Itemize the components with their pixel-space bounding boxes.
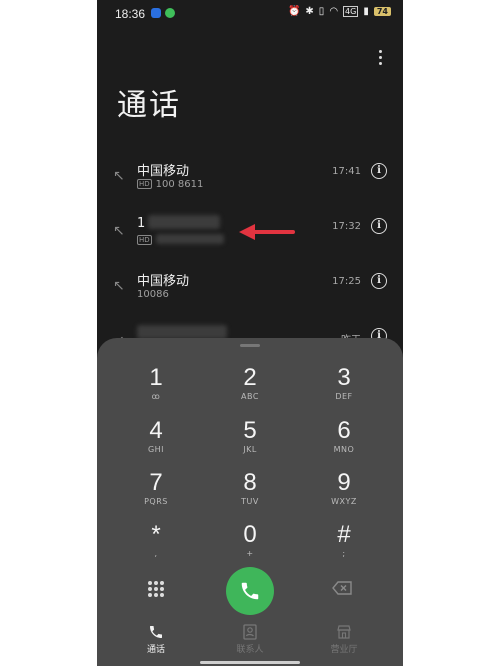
page-title: 通话: [117, 88, 181, 123]
status-bar: 18:36 ⏰ ✱ ▯ ◠ 4G ▮ 74: [97, 0, 403, 26]
voicemail-icon: ꝏ: [151, 392, 161, 401]
status-icons: ⏰ ✱ ▯ ◠ 4G ▮ 74: [288, 6, 391, 17]
info-icon[interactable]: i: [371, 218, 387, 234]
annotation-arrow-icon: [239, 224, 295, 240]
phone-screen: 18:36 ⏰ ✱ ▯ ◠ 4G ▮ 74 通话 ↖ 中国移动 HD 100 86…: [97, 0, 403, 666]
phone-icon: [126, 624, 186, 642]
signal-icon: ▮: [363, 6, 369, 17]
tab-calls[interactable]: 通话: [126, 624, 186, 655]
tab-label: 联系人: [236, 645, 264, 655]
info-icon[interactable]: i: [371, 163, 387, 179]
dialpad-toggle-icon[interactable]: [148, 581, 164, 597]
outgoing-call-icon: ↖: [113, 223, 125, 239]
dialpad-handle[interactable]: [240, 344, 260, 347]
call-number: 10086: [137, 289, 169, 300]
call-name: 中国移动: [137, 164, 190, 179]
call-time: 17:32: [332, 221, 361, 232]
home-indicator[interactable]: [200, 661, 300, 664]
network-badge: 4G: [343, 6, 359, 17]
call-name: 1: [137, 215, 221, 231]
key-8[interactable]: 8 TUV: [210, 469, 290, 519]
contacts-icon: [220, 624, 280, 642]
key-5[interactable]: 5 JKL: [210, 417, 290, 467]
sim-badge: HD: [137, 179, 152, 189]
key-7[interactable]: 7 PQRS: [116, 469, 196, 519]
call-time: 17:25: [332, 276, 361, 287]
key-hash[interactable]: #;: [304, 521, 384, 571]
dial-button[interactable]: [226, 567, 274, 615]
alarm-icon: ⏰: [287, 6, 301, 17]
call-log-item[interactable]: ↖ 中国移动 10086 17:25 i: [97, 266, 403, 320]
outgoing-call-icon: ↖: [113, 168, 125, 184]
tab-label: 营业厅: [330, 645, 358, 655]
tab-label: 通话: [146, 645, 165, 655]
backspace-icon[interactable]: [332, 581, 352, 595]
dialpad: 1ꝏ 2 ABC 3 DEF 4 GHI 5 JKL 6 MNO 7 PQRS 8 TUV 9…: [97, 338, 403, 666]
key-0[interactable]: 0 +: [210, 521, 290, 571]
wechat-icon: [165, 8, 175, 18]
phone-icon: [241, 582, 259, 600]
battery-icon: 74: [373, 7, 391, 16]
key-2[interactable]: 2 ABC: [210, 364, 290, 414]
tab-contacts[interactable]: 联系人: [220, 624, 280, 655]
call-time: 17:41: [332, 166, 361, 177]
tab-store[interactable]: 营业厅: [314, 624, 374, 655]
key-3[interactable]: 3 DEF: [304, 364, 384, 414]
info-icon[interactable]: i: [371, 273, 387, 289]
notification-app-icon: [151, 8, 161, 18]
store-icon: [314, 624, 374, 642]
key-4[interactable]: 4 GHI: [116, 417, 196, 467]
outgoing-call-icon: ↖: [113, 278, 125, 294]
sim-badge: HD: [137, 235, 152, 245]
key-9[interactable]: 9 WXYZ: [304, 469, 384, 519]
call-number: HD: [137, 234, 224, 246]
key-6[interactable]: 6 MNO: [304, 417, 384, 467]
wifi-icon: ◠: [329, 6, 339, 17]
call-log-item[interactable]: ↖ 中国移动 HD 100 8611 17:41 i: [97, 156, 403, 210]
status-time: 18:36: [115, 7, 146, 21]
vibrate-icon: ▯: [318, 6, 325, 17]
key-1[interactable]: 1ꝏ: [116, 364, 196, 414]
call-name: 中国移动: [137, 274, 190, 289]
more-options-icon[interactable]: [377, 50, 383, 68]
key-star[interactable]: *,: [116, 521, 196, 571]
bluetooth-icon: ✱: [305, 6, 314, 17]
call-number: HD 100 8611: [137, 179, 204, 190]
bottom-tab-bar: 通话 联系人 营业厅: [97, 620, 403, 666]
